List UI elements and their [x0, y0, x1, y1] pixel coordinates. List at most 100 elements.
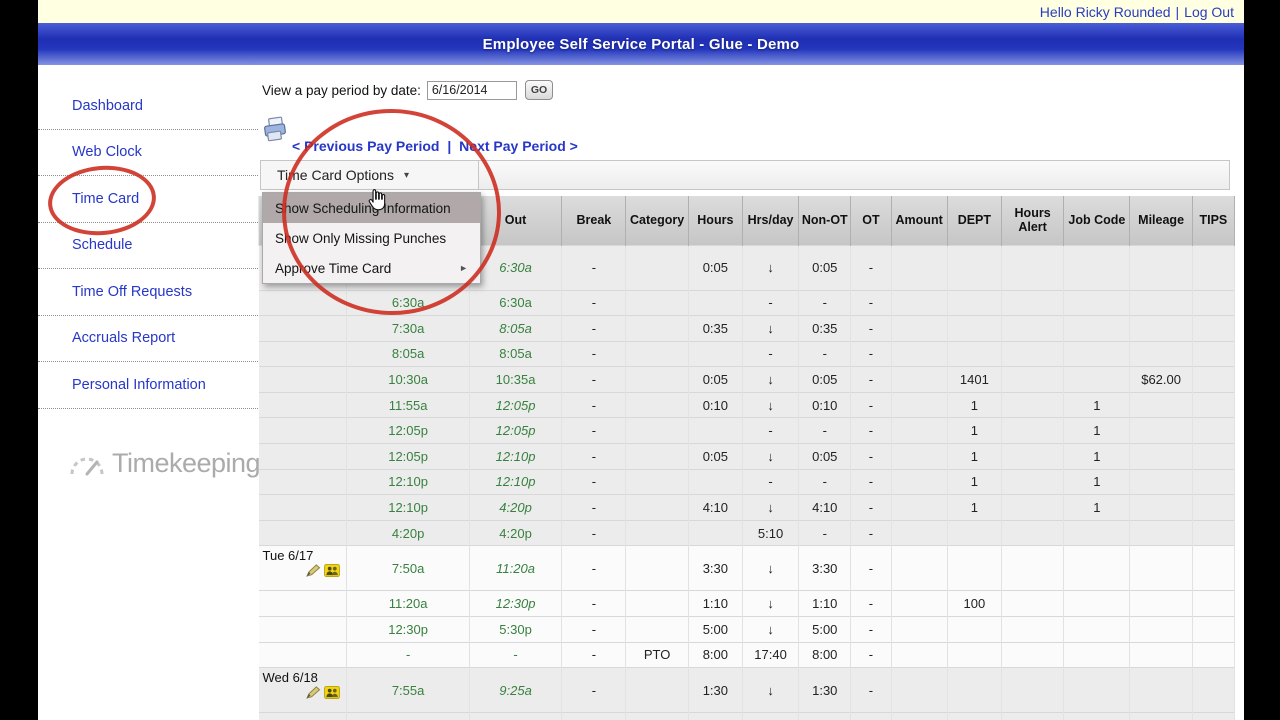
- cell-mileage: [1130, 469, 1192, 495]
- cell-hoursalert: [1001, 469, 1063, 495]
- people-icon[interactable]: [324, 564, 340, 577]
- cell-in: 12:10p: [347, 495, 470, 521]
- cell-amount: [891, 642, 947, 668]
- cell-hrsday: 17:40: [742, 642, 798, 668]
- cell-jobcode: 1: [1064, 444, 1130, 470]
- cell-jobcode: 1: [1064, 495, 1130, 521]
- cell-break: -: [562, 520, 626, 546]
- app-window: Hello Ricky Rounded | Log Out Employee S…: [0, 0, 1280, 720]
- cell-category: [626, 591, 688, 617]
- cell-hours: 1:30: [688, 668, 742, 713]
- table-row: ---PTO8:0017:408:00-: [259, 642, 1235, 668]
- cell-hours: 0:05: [688, 245, 742, 290]
- cell-date: [259, 341, 347, 367]
- cell-date: [259, 617, 347, 643]
- cell-category: [626, 392, 688, 418]
- cell-mileage: [1130, 444, 1192, 470]
- cell-hrsday: -: [742, 418, 798, 444]
- browser-content: Hello Ricky Rounded | Log Out Employee S…: [38, 0, 1244, 720]
- cell-nonot: 4:10: [799, 495, 851, 521]
- cell-nonot: -: [799, 341, 851, 367]
- cell-ot: -: [851, 495, 891, 521]
- cell-date: [259, 469, 347, 495]
- cell-ot: -: [851, 469, 891, 495]
- cell-amount: [891, 668, 947, 713]
- cell-hours: 0:05: [688, 367, 742, 393]
- cell-hours: [688, 290, 742, 316]
- cell-ot: -: [851, 520, 891, 546]
- cell-date: [259, 367, 347, 393]
- cell-dept: [947, 520, 1001, 546]
- cell-nonot: 0:05: [799, 367, 851, 393]
- col-header-hoursalert: Hours Alert: [1001, 196, 1063, 245]
- cell-in: 9:25a: [347, 713, 470, 720]
- logout-link[interactable]: Log Out: [1184, 4, 1234, 20]
- greeting-link[interactable]: Hello Ricky Rounded: [1040, 4, 1171, 20]
- cell-hours: 1:55: [688, 713, 742, 720]
- cell-jobcode: [1064, 520, 1130, 546]
- go-button[interactable]: GO: [525, 80, 553, 100]
- cell-nonot: -: [799, 520, 851, 546]
- cell-break: -: [562, 316, 626, 342]
- cell-tips: [1192, 367, 1234, 393]
- cell-hours: 5:00: [688, 617, 742, 643]
- pay-period-date-input[interactable]: [427, 81, 517, 100]
- cell-hoursalert: [1001, 245, 1063, 290]
- cell-hoursalert: [1001, 444, 1063, 470]
- pencil-icon[interactable]: [306, 686, 321, 699]
- cell-in: 12:10p: [347, 469, 470, 495]
- cell-hoursalert: [1001, 642, 1063, 668]
- cell-out: 12:10p: [469, 444, 561, 470]
- timecard-body: 6:30a-0:05↓0:05-6:30a6:30a----7:30a8:05a…: [259, 245, 1235, 720]
- cell-break: -: [562, 469, 626, 495]
- cell-tips: [1192, 245, 1234, 290]
- cell-tips: [1192, 591, 1234, 617]
- table-row: 12:05p12:10p-0:05↓0:05-11: [259, 444, 1235, 470]
- sidebar-item-dashboard[interactable]: Dashboard: [38, 83, 258, 130]
- sidebar-item-web-clock[interactable]: Web Clock: [38, 130, 258, 177]
- cell-hrsday: ↓: [742, 546, 798, 591]
- sidebar-item-personal-information[interactable]: Personal Information: [38, 362, 258, 409]
- cell-break: -: [562, 642, 626, 668]
- cell-ot: -: [851, 444, 891, 470]
- table-row: 11:20a12:30p-1:10↓1:10-100: [259, 591, 1235, 617]
- cell-nonot: 8:00: [799, 642, 851, 668]
- cell-hrsday: ↓: [742, 316, 798, 342]
- col-header-nonot: Non-OT: [799, 196, 851, 245]
- cell-mileage: [1130, 591, 1192, 617]
- cell-category: [626, 469, 688, 495]
- print-icon[interactable]: [262, 116, 290, 149]
- cell-hrsday: ↓: [742, 591, 798, 617]
- table-row: 4:20p4:20p-5:10--: [259, 520, 1235, 546]
- portal-header-bar: Employee Self Service Portal - Glue - De…: [38, 23, 1244, 65]
- cell-tips: [1192, 444, 1234, 470]
- cell-hours: [688, 341, 742, 367]
- cell-break: -: [562, 367, 626, 393]
- cell-in: 7:50a: [347, 546, 470, 591]
- cell-dept: [947, 290, 1001, 316]
- cell-in: 4:20p: [347, 520, 470, 546]
- sidebar-item-time-off-requests[interactable]: Time Off Requests: [38, 269, 258, 316]
- sidebar-item-accruals-report[interactable]: Accruals Report: [38, 316, 258, 363]
- people-icon[interactable]: [324, 686, 340, 699]
- cell-out: 4:20p: [469, 495, 561, 521]
- cell-nonot: 0:05: [799, 245, 851, 290]
- cell-out: 10:35a: [469, 367, 561, 393]
- cell-hoursalert: [1001, 546, 1063, 591]
- pencil-icon[interactable]: [306, 564, 321, 577]
- day-label: Wed 6/18: [263, 670, 345, 685]
- cell-out: 8:05a: [469, 316, 561, 342]
- cell-out: 6:30a: [469, 290, 561, 316]
- cell-dept: [947, 617, 1001, 643]
- cell-out: 4:20p: [469, 520, 561, 546]
- cell-category: [626, 316, 688, 342]
- cell-amount: [891, 469, 947, 495]
- col-header-hrsday: Hrs/day: [742, 196, 798, 245]
- cell-amount: [891, 392, 947, 418]
- cell-jobcode: [1064, 546, 1130, 591]
- table-row: 9:25a11:20a1:55↓1:55: [259, 713, 1235, 720]
- cell-dept: 1: [947, 444, 1001, 470]
- cell-dept: 1: [947, 469, 1001, 495]
- cell-hoursalert: [1001, 591, 1063, 617]
- cell-dept: 1: [947, 392, 1001, 418]
